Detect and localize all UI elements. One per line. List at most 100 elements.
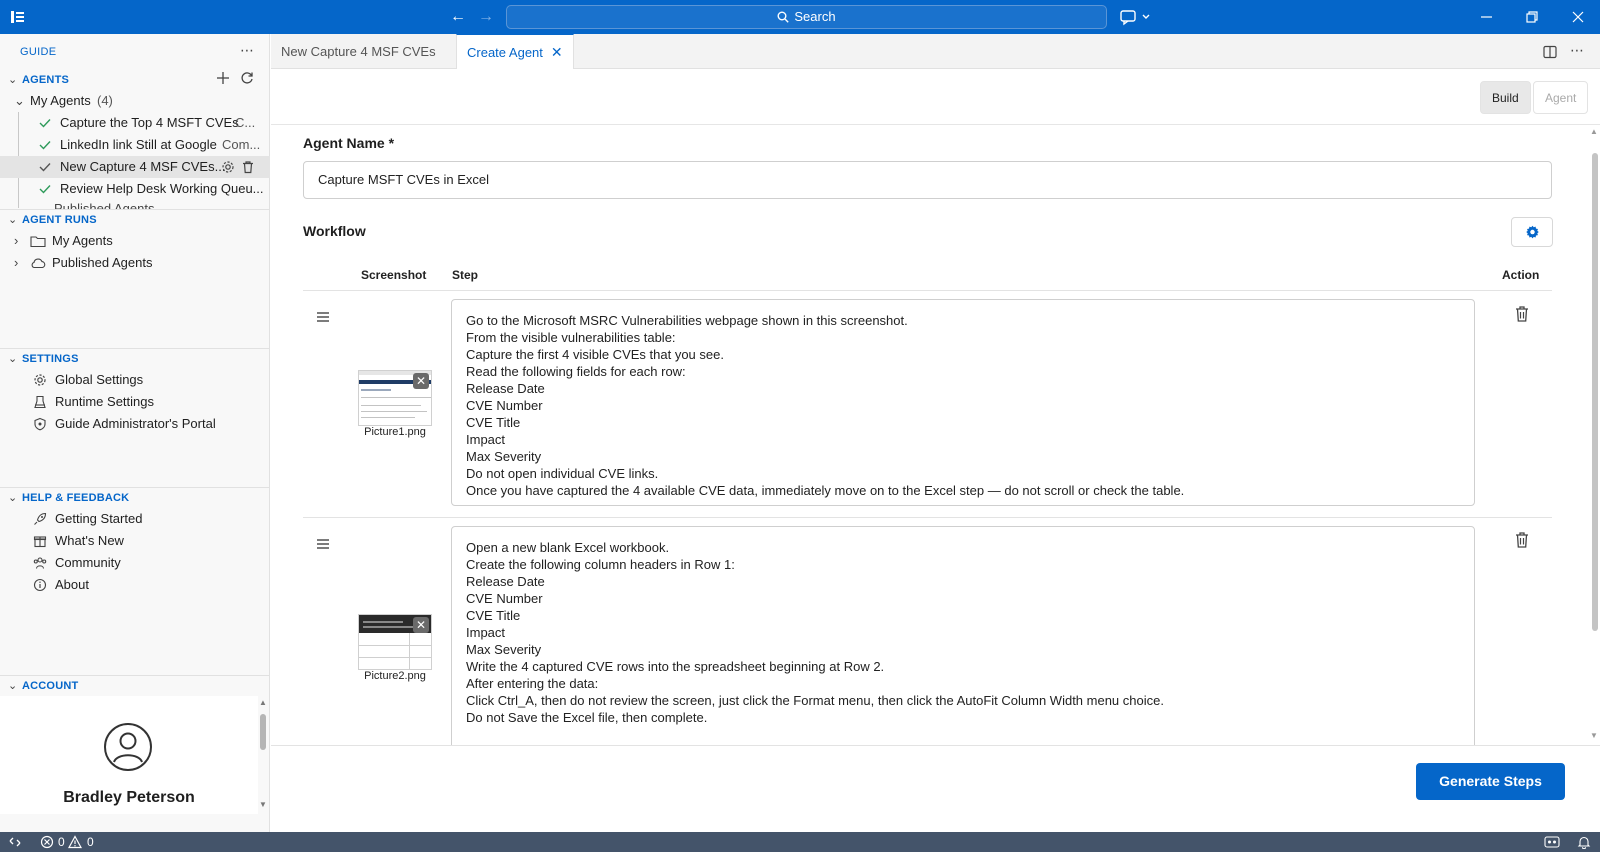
restore-icon[interactable] xyxy=(1523,8,1541,26)
warning-count: 0 xyxy=(87,835,94,849)
section-agent-runs[interactable]: ⌄ AGENT RUNS xyxy=(8,213,97,226)
sidebar-scrollbar[interactable]: ▲ ▼ xyxy=(258,696,268,814)
app-logo-icon xyxy=(11,11,24,23)
settings-global[interactable]: Global Settings xyxy=(0,369,270,391)
thumb-detail xyxy=(361,397,431,398)
chevron-down-icon: ⌄ xyxy=(8,680,18,692)
tree-my-agents[interactable]: ⌄ My Agents (4) xyxy=(0,90,270,112)
user-name: Bradley Peterson xyxy=(63,789,195,806)
close-window-icon[interactable] xyxy=(1569,8,1587,26)
agent-item-selected[interactable]: New Capture 4 MSF CVEs... xyxy=(0,156,270,178)
settings-admin-portal[interactable]: Guide Administrator's Portal xyxy=(0,413,270,435)
column-step: Step xyxy=(452,268,479,282)
section-help[interactable]: ⌄ HELP & FEEDBACK xyxy=(8,491,129,504)
tab-create-agent[interactable]: Create Agent ✕ xyxy=(456,34,574,70)
settings-item-label: Runtime Settings xyxy=(55,394,154,409)
scroll-thumb[interactable] xyxy=(260,714,266,750)
section-agents[interactable]: ⌄ AGENTS xyxy=(8,73,69,86)
delete-step-icon[interactable] xyxy=(1514,531,1530,549)
section-settings[interactable]: ⌄ SETTINGS xyxy=(8,352,79,365)
search-box[interactable]: Search xyxy=(506,5,1107,29)
build-mode-button[interactable]: Build xyxy=(1480,81,1531,114)
scroll-thumb[interactable] xyxy=(1592,153,1598,631)
sidebar-title: GUIDE xyxy=(20,46,57,58)
scroll-up-icon[interactable]: ▲ xyxy=(1590,127,1598,136)
search-label: Search xyxy=(794,9,836,24)
drag-handle-icon[interactable] xyxy=(316,538,330,550)
split-view-icon[interactable] xyxy=(1543,45,1557,59)
settings-runtime[interactable]: Runtime Settings xyxy=(0,391,270,413)
divider xyxy=(0,487,270,488)
check-icon xyxy=(39,141,51,150)
agent-runs-item-label: Published Agents xyxy=(52,255,153,270)
scroll-up-icon[interactable]: ▲ xyxy=(259,698,267,707)
accounts-icon[interactable] xyxy=(1544,835,1560,849)
thumb-detail xyxy=(363,621,403,623)
agent-name-input[interactable]: Capture MSFT CVEs in Excel xyxy=(303,161,1552,199)
step-text-area[interactable]: Go to the Microsoft MSRC Vulnerabilities… xyxy=(451,299,1475,506)
agent-runs-my-agents[interactable]: › My Agents xyxy=(0,230,270,252)
agent-mode-button[interactable]: Agent xyxy=(1533,81,1589,114)
more-options-icon[interactable]: ⋯ xyxy=(1570,42,1584,59)
main-scrollbar[interactable]: ▲ ▼ xyxy=(1589,127,1600,745)
copilot-icon[interactable] xyxy=(1120,8,1154,26)
help-getting-started[interactable]: Getting Started xyxy=(0,508,270,530)
workflow-settings-button[interactable] xyxy=(1511,217,1553,247)
remove-screenshot-icon[interactable]: ✕ xyxy=(413,373,429,389)
agent-item-label: LinkedIn link Still at Google xyxy=(60,137,217,152)
screenshot-thumbnail[interactable]: ✕ xyxy=(358,370,432,426)
tab-new-capture[interactable]: New Capture 4 MSF CVEs xyxy=(271,34,446,69)
section-account[interactable]: ⌄ ACCOUNT xyxy=(8,679,78,692)
thumb-detail xyxy=(359,633,431,669)
agent-item-suffix: Com... xyxy=(222,137,261,152)
section-help-label: HELP & FEEDBACK xyxy=(22,492,130,504)
scroll-down-icon[interactable]: ▼ xyxy=(259,800,267,809)
avatar-icon[interactable] xyxy=(103,722,153,772)
agent-runs-item-label: My Agents xyxy=(52,233,113,248)
title-bar: ← → Search xyxy=(0,0,1600,34)
more-options-icon[interactable]: ⋯ xyxy=(240,42,254,59)
trash-icon[interactable] xyxy=(241,160,255,174)
divider xyxy=(0,675,270,676)
error-count: 0 xyxy=(58,835,65,849)
agent-item[interactable]: Review Help Desk Working Queu... xyxy=(0,178,270,200)
published-agents-partial[interactable]: Published Agents xyxy=(0,200,270,209)
screenshot-thumbnail[interactable]: ✕ xyxy=(358,614,432,670)
my-agents-label: My Agents xyxy=(30,93,91,108)
close-tab-icon[interactable]: ✕ xyxy=(551,44,563,60)
delete-step-icon[interactable] xyxy=(1514,305,1530,323)
agent-runs-published[interactable]: › Published Agents xyxy=(0,252,270,274)
settings-item-label: Global Settings xyxy=(55,372,144,387)
check-icon xyxy=(39,185,51,194)
help-about[interactable]: About xyxy=(0,574,270,596)
back-arrow-icon[interactable]: ← xyxy=(450,8,466,26)
scroll-down-icon[interactable]: ▼ xyxy=(1590,731,1598,740)
step-text-area[interactable]: Open a new blank Excel workbook. Create … xyxy=(451,526,1475,756)
forward-arrow-icon[interactable]: → xyxy=(478,8,494,26)
chevron-down-icon: ⌄ xyxy=(8,74,18,86)
agent-item-label: New Capture 4 MSF CVEs... xyxy=(60,159,226,174)
section-agent-runs-label: AGENT RUNS xyxy=(22,214,97,226)
help-community[interactable]: Community xyxy=(0,552,270,574)
drag-handle-icon[interactable] xyxy=(316,311,330,323)
help-whats-new[interactable]: What's New xyxy=(0,530,270,552)
refresh-icon[interactable] xyxy=(240,71,254,85)
bell-icon[interactable] xyxy=(1577,835,1591,849)
my-agents-count: (4) xyxy=(97,93,113,108)
published-agents-label: Published Agents xyxy=(54,201,155,209)
agent-item[interactable]: Capture the Top 4 MSFT CVEs C... xyxy=(0,112,270,134)
thumb-detail xyxy=(359,645,431,646)
info-icon xyxy=(33,578,47,592)
generate-steps-button[interactable]: Generate Steps xyxy=(1416,763,1565,800)
remote-icon[interactable] xyxy=(9,836,21,848)
warning-icon[interactable] xyxy=(68,835,82,849)
remove-screenshot-icon[interactable]: ✕ xyxy=(413,617,429,633)
divider xyxy=(0,209,270,210)
minimize-icon[interactable] xyxy=(1478,8,1496,26)
agent-item[interactable]: LinkedIn link Still at Google Com... xyxy=(0,134,270,156)
runtime-icon xyxy=(34,395,46,409)
add-agent-icon[interactable] xyxy=(216,71,230,85)
gear-icon[interactable] xyxy=(221,160,235,174)
footer-bar: Generate Steps xyxy=(271,745,1600,832)
error-icon[interactable] xyxy=(40,835,54,849)
